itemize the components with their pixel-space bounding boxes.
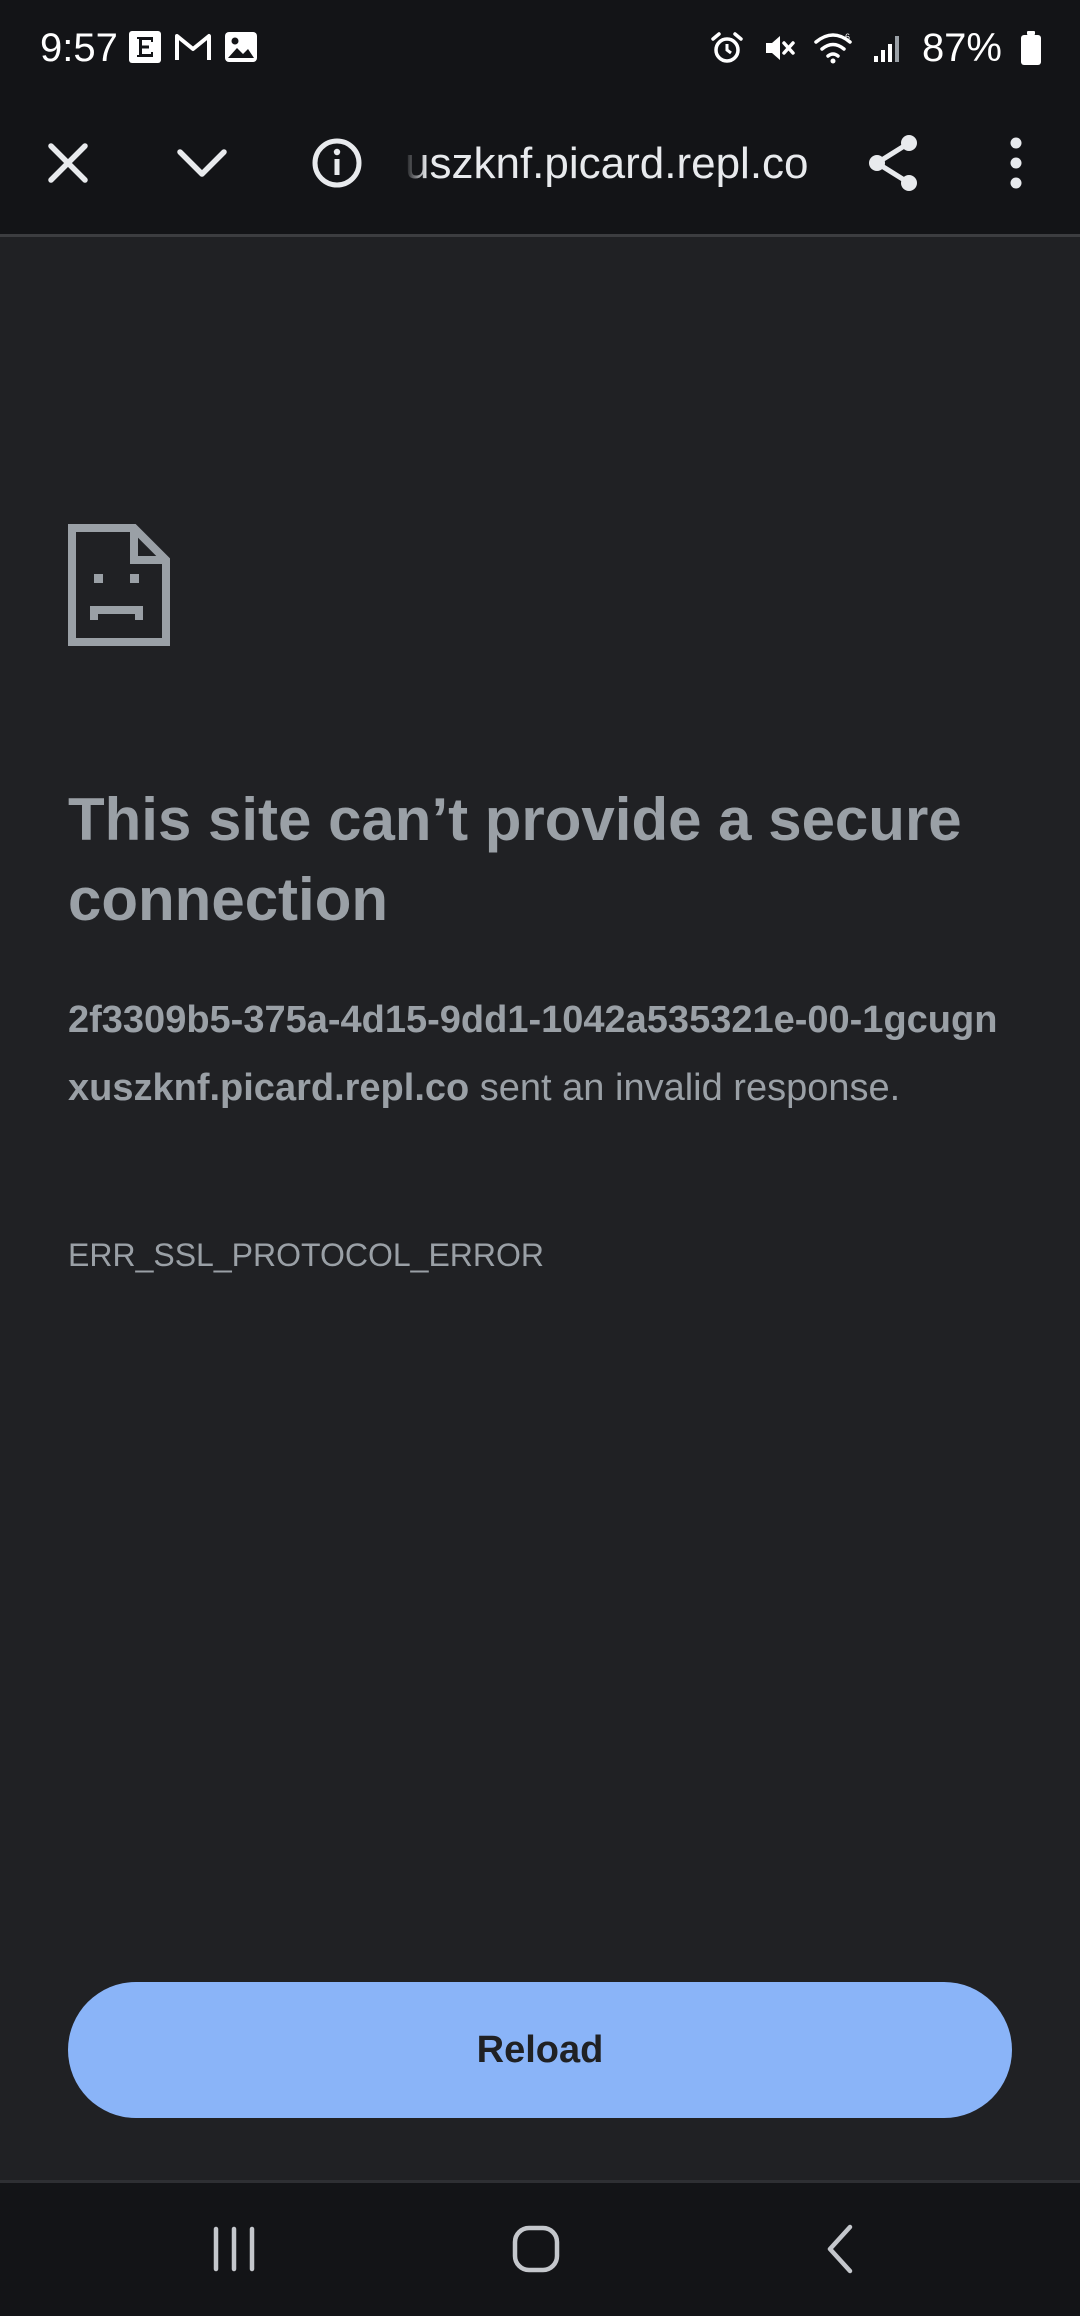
screen: 9:57 6 87% uszknf.picard.repl.co This si… [0,0,1080,2316]
mute-icon [762,31,796,65]
minimize-button[interactable] [162,125,242,205]
close-tab-button[interactable] [28,125,108,205]
sad-document-icon [68,524,170,651]
error-message: sent an invalid response. [469,1067,901,1109]
error-description: 2f3309b5-375a-4d15-9dd1-1042a535321e-00-… [68,986,1018,1122]
gmail-icon [174,32,212,62]
wifi-icon: 6 [814,32,854,64]
share-button[interactable] [853,125,933,205]
alarm-icon [710,31,744,65]
error-code[interactable]: ERR_SSL_PROTOCOL_ERROR [68,1234,544,1276]
info-icon [311,137,363,194]
back-button[interactable] [790,2201,890,2301]
page-info-button[interactable] [297,125,377,205]
close-icon [45,140,91,191]
status-bar: 9:57 6 87% [0,0,1080,96]
error-title: This site can’t provide a secure connect… [68,786,962,933]
more-options-button[interactable] [976,125,1056,205]
more-vert-icon [1006,137,1026,194]
recent-apps-icon [210,2225,258,2278]
share-icon [865,133,921,198]
system-status: 6 87% [710,22,1042,74]
home-button[interactable] [486,2201,586,2301]
chevron-down-icon [176,146,228,185]
e-app-icon [128,30,162,64]
back-icon [820,2223,860,2280]
browser-toolbar: uszknf.picard.repl.co [0,96,1080,237]
battery-icon [1020,30,1042,66]
recent-apps-button[interactable] [184,2201,284,2301]
notification-icons [128,30,258,64]
url-fade [405,126,427,202]
status-time: 9:57 [40,26,118,70]
svg-text:6: 6 [845,32,850,42]
home-icon [510,2223,562,2280]
signal-icon [872,32,904,64]
url-display[interactable]: uszknf.picard.repl.co [405,126,825,202]
battery-percent: 87% [921,26,1002,70]
navigation-bar [0,2180,1080,2316]
reload-button[interactable]: Reload [68,1982,1012,2118]
gallery-icon [224,31,258,63]
